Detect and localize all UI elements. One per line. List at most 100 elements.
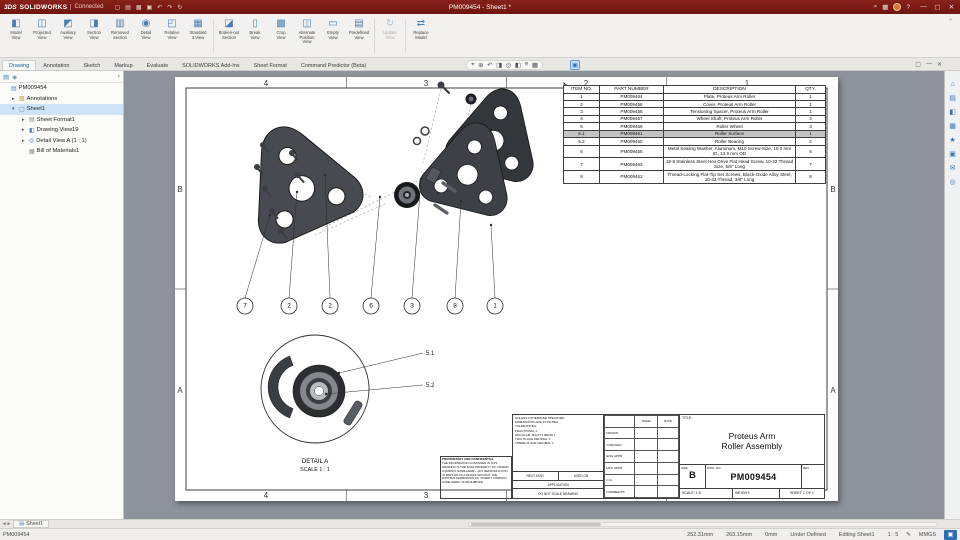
tree-item-bill-of-materials1[interactable]: ▦Bill of Materials1 [0, 146, 123, 157]
bom-cell[interactable]: PM009463 [600, 158, 664, 171]
detail-view-button[interactable]: ◉Detail View [133, 16, 159, 56]
bom-row[interactable]: 7PM00946318-8 Stainless Steel Hex Drive … [564, 158, 826, 171]
bom-cell[interactable]: 3 [564, 108, 600, 115]
section-view-button[interactable]: ◨Section View [81, 16, 107, 56]
bom-header[interactable]: ITEM NO. [564, 86, 600, 94]
save-icon[interactable]: ▦ [136, 4, 142, 11]
view-palette-icon[interactable]: ▦ [949, 122, 956, 130]
balloon[interactable]: 1 [487, 224, 503, 314]
apps-grid-icon[interactable]: ▦ [882, 3, 888, 11]
caret-icon[interactable]: ▸ [12, 96, 17, 102]
help-icon[interactable]: ? [906, 4, 910, 11]
bom-cell[interactable]: 6 [564, 145, 600, 158]
roller-surface-section[interactable] [268, 356, 293, 418]
tab-drawing[interactable]: Drawing [2, 60, 36, 70]
bom-cell[interactable]: 8 [564, 171, 600, 184]
3dexperience-icon[interactable]: ▣ [944, 530, 957, 540]
bom-cell[interactable]: PM009461 [600, 130, 664, 137]
bom-cell[interactable]: 5 [564, 123, 600, 130]
bom-cell[interactable]: 2 [796, 138, 826, 145]
bom-header[interactable]: DESCRIPTION [664, 86, 796, 94]
tab-markup[interactable]: Markup [107, 60, 139, 70]
tab-evaluate[interactable]: Evaluate [140, 60, 175, 70]
empty-view-button[interactable]: ▭Empty View [320, 16, 346, 56]
maximize-icon[interactable]: ▢ [933, 3, 942, 11]
bom-row[interactable]: 6PM009455Metal Sealing Washer, Aluminum,… [564, 145, 826, 158]
bom-row[interactable]: 8PM009462Thread-Locking Flat-Tip Set Scr… [564, 171, 826, 184]
design-library-icon[interactable]: ▤ [949, 94, 956, 102]
bom-cell[interactable]: PM009462 [600, 171, 664, 184]
balloon[interactable]: 8 [447, 200, 463, 314]
main-plate[interactable] [225, 106, 369, 249]
bom-cell[interactable]: Metal Sealing Washer, Aluminum, M10 Scre… [664, 145, 796, 158]
user-avatar[interactable] [893, 3, 901, 11]
exploded-view-drawing[interactable] [225, 79, 550, 250]
propertymanager-tab-icon[interactable]: ◈ [12, 73, 17, 81]
tab-command-predictor[interactable]: Command Predictor (Beta) [294, 60, 373, 70]
display-style-icon[interactable]: ◧ [515, 61, 521, 69]
bom-cell[interactable]: 7 [564, 158, 600, 171]
horizontal-scrollbar[interactable] [468, 522, 938, 527]
bom-cell[interactable]: 6 [796, 145, 826, 158]
bom-cell[interactable]: 5.1 [564, 130, 600, 137]
caret-icon[interactable]: ▸ [22, 127, 27, 133]
graphics-area[interactable]: 4 3 2 1 4 3 2 1 B A B A [125, 71, 944, 519]
bom-cell[interactable]: Roller Bearing [664, 138, 796, 145]
bom-cell[interactable]: PM009456 [600, 108, 664, 115]
predefined-view-button[interactable]: ▤Predefined View [346, 16, 372, 56]
projected-view-button[interactable]: ◫Projected View [29, 16, 55, 56]
view-settings-icon[interactable]: ▦ [532, 61, 538, 69]
bom-row[interactable]: 2PM009458Cover, Proteus Arm Roller1 [564, 101, 826, 108]
bom-cell[interactable]: 3 [796, 115, 826, 122]
sheet1-tab[interactable]: ▤ Sheet1 [13, 520, 49, 528]
bom-cell[interactable]: 1 [564, 93, 600, 100]
bom-cell[interactable]: 1 [796, 108, 826, 115]
balloon[interactable]: 7 [237, 214, 271, 314]
forum-icon[interactable]: ✉ [950, 164, 956, 172]
tab-annotation[interactable]: Annotation [36, 60, 76, 70]
tree-item-annotations[interactable]: ▸▧Annotations [0, 94, 123, 105]
tab-solidworks-add-ins[interactable]: SOLIDWORKS Add-Ins [175, 60, 246, 70]
bom-row[interactable]: 1PM009464Plate, Proteus Arm Roller1 [564, 93, 826, 100]
crop-view-button[interactable]: ▩Crop View [268, 16, 294, 56]
resources-icon[interactable]: ◎ [949, 178, 955, 186]
redo-icon[interactable]: ↷ [167, 4, 172, 11]
bom-cell[interactable]: PM009459 [600, 123, 664, 130]
drawing-sheet[interactable]: 4 3 2 1 4 3 2 1 B A B A [175, 77, 838, 501]
bom-header[interactable]: QTY. [796, 86, 826, 94]
roller-wheel-section[interactable] [293, 365, 345, 417]
bom-cell[interactable]: Thread-Locking Flat-Tip Set Screws, Blac… [664, 171, 796, 184]
unit-system[interactable]: MMGS [919, 532, 936, 538]
bom-cell[interactable]: Cover, Proteus Arm Roller [664, 101, 796, 108]
tree-item-sheet1[interactable]: ▾▢Sheet1 [0, 104, 123, 115]
search-icon[interactable]: ⌕ [874, 3, 878, 11]
bearing-pin[interactable] [343, 400, 364, 426]
rebuild-icon[interactable]: ↻ [177, 4, 182, 11]
custom-properties-icon[interactable]: ▣ [949, 150, 956, 158]
bom-cell[interactable]: PM009460 [600, 138, 664, 145]
bom-cell[interactable]: Plate, Proteus Arm Roller [664, 93, 796, 100]
tree-item-drawing-view19[interactable]: ▸◧Drawing View19 [0, 125, 123, 136]
broken-out-section-button[interactable]: ◪Broken-out Section [216, 16, 242, 56]
bom-cell[interactable]: Roller Wheel [664, 123, 796, 130]
doc-restore-icon[interactable]: ▢ [915, 61, 921, 68]
bom-cell[interactable]: 7 [796, 158, 826, 171]
bom-cell[interactable]: 18-8 Stainless Steel Hex Drive Flat Head… [664, 158, 796, 171]
scrollbar-thumb[interactable] [471, 523, 601, 526]
bom-table[interactable]: ITEM NO.PART NUMBERDESCRIPTIONQTY. 1PM00… [563, 85, 826, 184]
tree-item-detail-view-a[interactable]: ▸◎Detail View A (1 : 1) [0, 136, 123, 147]
bom-row[interactable]: 5PM009459Roller Wheel3 [564, 123, 826, 130]
featuremanager-tab-icon[interactable]: ▤ [3, 73, 9, 81]
bom-row[interactable]: 3PM009456Tensioning Spacer, Proteus Arm … [564, 108, 826, 115]
bom-row[interactable]: 5.1PM009461Roller Surface1 [564, 130, 826, 137]
minimize-icon[interactable]: — [919, 3, 928, 11]
removed-section-button[interactable]: ▥Removed Section [107, 16, 133, 56]
open-file-icon[interactable]: ▤ [125, 4, 131, 11]
detail-view-a[interactable]: 5.1 5.2 DETAIL A SCALE 1 : 1 [261, 335, 435, 473]
bom-cell[interactable]: PM009455 [600, 145, 664, 158]
previous-view-icon[interactable]: ↶ [487, 61, 492, 69]
caret-icon[interactable]: ▸ [22, 117, 27, 123]
bom-cell[interactable]: 3 [796, 123, 826, 130]
washer[interactable] [421, 127, 429, 135]
model-view-button[interactable]: ◧Model View [3, 16, 29, 56]
